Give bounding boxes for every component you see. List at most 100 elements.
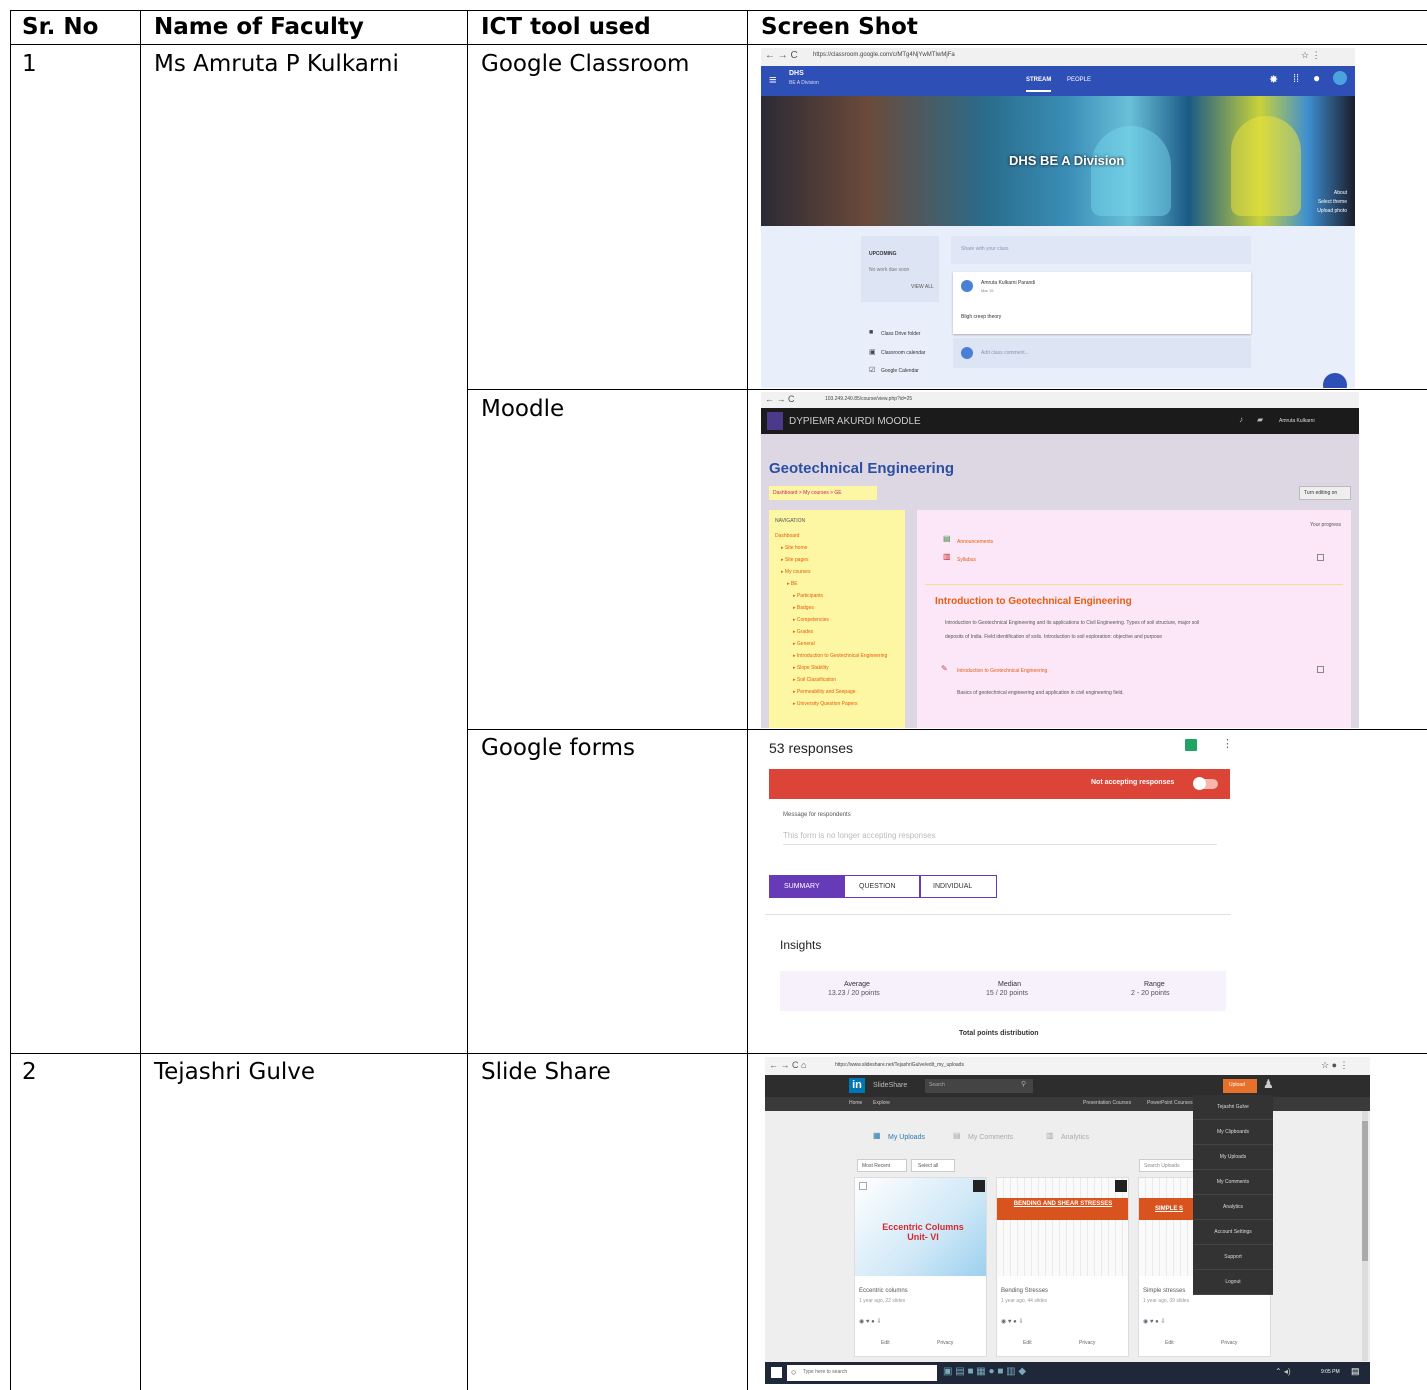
slide-card[interactable]: BENDING AND SHEAR STRESSES Bending Stres… (996, 1177, 1129, 1357)
upload-button[interactable]: Upload (1223, 1079, 1257, 1093)
checkbox-2[interactable] (1317, 666, 1324, 673)
moodle-url[interactable]: 103.249.240.85/course/view.php?id=25 (825, 396, 912, 402)
ss-brand[interactable]: SlideShare (873, 1082, 907, 1089)
account-menu-item[interactable]: Account Settings (1193, 1220, 1273, 1245)
account-menu-item[interactable]: My Comments (1193, 1170, 1273, 1195)
banner-upload[interactable]: Upload photo (1317, 208, 1347, 214)
slide-checkbox[interactable] (859, 1182, 867, 1190)
banner-theme[interactable]: Select theme (1318, 199, 1347, 205)
back-icon[interactable]: ← → C ⌂ (769, 1060, 806, 1070)
sort-dropdown[interactable]: Most Recent (857, 1159, 907, 1172)
edit-button[interactable]: Edit (1023, 1340, 1032, 1346)
back-icon[interactable]: ← → C (765, 394, 795, 404)
user-icon[interactable]: ♟ (1263, 1077, 1274, 1091)
resource-link[interactable]: Introduction to Geotechnical Engineering (957, 668, 1047, 674)
nav-item[interactable]: ▸ Badges (775, 602, 903, 614)
privacy-button[interactable]: Privacy (1079, 1340, 1095, 1346)
nav-item[interactable]: ▸ Soil Classification (775, 674, 903, 686)
account-menu-item[interactable]: Tejashri Gulve (1193, 1095, 1273, 1120)
taskbar-search[interactable]: ○ Type here to search (787, 1365, 937, 1381)
nav-item[interactable]: ▸ University Question Papers (775, 698, 903, 710)
more-icon[interactable]: ⋮ (1222, 737, 1233, 750)
nav-item[interactable]: ▸ Site pages (775, 554, 903, 566)
account-menu-item[interactable]: My Uploads (1193, 1145, 1273, 1170)
chat-icon[interactable]: ▰ (1257, 415, 1263, 424)
select-all-button[interactable]: Select all (911, 1159, 955, 1172)
lock-icon[interactable] (1115, 1180, 1127, 1192)
announcements-link[interactable]: Announcements (957, 539, 993, 545)
classroom-url[interactable]: https://classroom.google.com/c/MTg4NjYwM… (813, 52, 955, 58)
nav-item[interactable]: ▸ Site home (775, 542, 903, 554)
slide-card[interactable]: Eccentric Columns Unit- VI Eccentric col… (854, 1177, 987, 1357)
breadcrumb-text[interactable]: Dashboard > My courses > GE (773, 490, 842, 496)
browser-icons[interactable]: ☆ ⋮ (1301, 50, 1321, 61)
browser-icons[interactable]: ☆ ● ⋮ (1321, 1060, 1349, 1071)
checkbox-1[interactable] (1317, 554, 1324, 561)
tab-comments[interactable]: My Comments (968, 1134, 1013, 1141)
slide-title[interactable]: Eccentric columns (859, 1288, 908, 1294)
message-text[interactable]: This form is no longer accepting respons… (783, 831, 936, 840)
nav-item[interactable]: ▸ General (775, 638, 903, 650)
share-box[interactable]: Share with your class (951, 236, 1251, 264)
search-uploads[interactable]: Search Uploads (1139, 1159, 1199, 1172)
banner-about[interactable]: About (1334, 190, 1347, 196)
nav-item[interactable]: ▸ My courses (775, 566, 903, 578)
menu-icon[interactable]: ≡ (769, 72, 777, 87)
syllabus-link[interactable]: Syllabus (957, 557, 976, 563)
account-menu-item[interactable]: Support (1193, 1245, 1273, 1270)
edit-button[interactable]: Edit (1165, 1340, 1174, 1346)
privacy-button[interactable]: Privacy (1221, 1340, 1237, 1346)
tab-uploads[interactable]: My Uploads (888, 1134, 925, 1141)
nav-item[interactable]: ▸ Permeability and Seepage (775, 686, 903, 698)
nav-item[interactable]: Dashboard (775, 530, 903, 542)
slide-title[interactable]: Bending Stresses (1001, 1288, 1048, 1294)
bell-icon[interactable]: ♪ (1239, 415, 1243, 424)
nav-item[interactable]: ▸ Competencies (775, 614, 903, 626)
calendar-link[interactable]: Classroom calendar (881, 350, 925, 356)
nav-item[interactable]: ▸ Slope Stability (775, 662, 903, 674)
account-menu-item[interactable]: Logout (1193, 1270, 1273, 1295)
scrollbar-thumb[interactable] (1362, 1121, 1368, 1261)
moodle-user[interactable]: Amruta Kulkarni (1279, 418, 1315, 424)
tab-people[interactable]: PEOPLE (1067, 77, 1091, 83)
slideshare-url[interactable]: https://www.slideshare.net/TejashriGulve… (835, 1062, 964, 1068)
account-menu-item[interactable]: Analytics (1193, 1195, 1273, 1220)
scrollbar[interactable] (1362, 1111, 1368, 1361)
slide-title[interactable]: Simple stresses (1143, 1288, 1185, 1294)
subnav-home[interactable]: Home (849, 1100, 862, 1106)
comment-box[interactable]: Add class comment... (953, 338, 1251, 368)
windows-start-icon[interactable] (771, 1367, 782, 1378)
tab-analytics[interactable]: Analytics (1061, 1134, 1089, 1141)
expand-icon[interactable] (973, 1180, 985, 1192)
nav-item[interactable]: ▸ Introduction to Geotechnical Engineeri… (775, 650, 903, 662)
avatar[interactable] (1333, 71, 1347, 85)
account-icon[interactable]: ● (1313, 71, 1320, 85)
sheets-icon[interactable] (1185, 739, 1197, 751)
tab-stream[interactable]: STREAM (1026, 77, 1052, 92)
moodle-site[interactable]: DYPIEMR AKURDI MOODLE (789, 416, 921, 427)
nav-item[interactable]: ▸ Grades (775, 626, 903, 638)
account-menu-item[interactable]: My Clipboards (1193, 1120, 1273, 1145)
apps-icon[interactable]: ⁞⁞ (1293, 73, 1299, 85)
tab-summary[interactable]: SUMMARY (769, 875, 844, 898)
tab-individual[interactable]: INDIVIDUAL (920, 875, 997, 898)
back-icon[interactable]: ← → C (765, 50, 798, 61)
subnav-powerpoint[interactable]: PowerPoint Courses (1147, 1100, 1193, 1106)
view-all-link[interactable]: VIEW ALL (911, 284, 934, 290)
nav-item[interactable]: ▸ Participants (775, 590, 903, 602)
taskbar-apps-icons[interactable]: ▣ ▤ ■ ▦ ● ■ ▥ ◆ (943, 1366, 1026, 1377)
ss-search[interactable]: Search ⚲ (925, 1079, 1033, 1093)
system-tray-icons[interactable]: ⌃ ◂) (1275, 1367, 1291, 1376)
drive-link[interactable]: Class Drive folder (881, 331, 920, 337)
nav-item[interactable]: ▸ BE (775, 578, 903, 590)
subnav-presentation[interactable]: Presentation Courses (1083, 1100, 1131, 1106)
edit-button[interactable]: Edit (881, 1340, 890, 1346)
edit-button[interactable]: Turn editing on (1299, 486, 1351, 500)
fab-add-button[interactable] (1323, 373, 1347, 388)
subnav-explore[interactable]: Explore (873, 1100, 890, 1106)
tab-question[interactable]: QUESTION (844, 875, 920, 898)
gcal-link[interactable]: Google Calendar (881, 368, 919, 374)
linkedin-icon[interactable]: in (849, 1078, 865, 1093)
notification-icon[interactable]: ▤ (1351, 1366, 1360, 1377)
privacy-button[interactable]: Privacy (937, 1340, 953, 1346)
